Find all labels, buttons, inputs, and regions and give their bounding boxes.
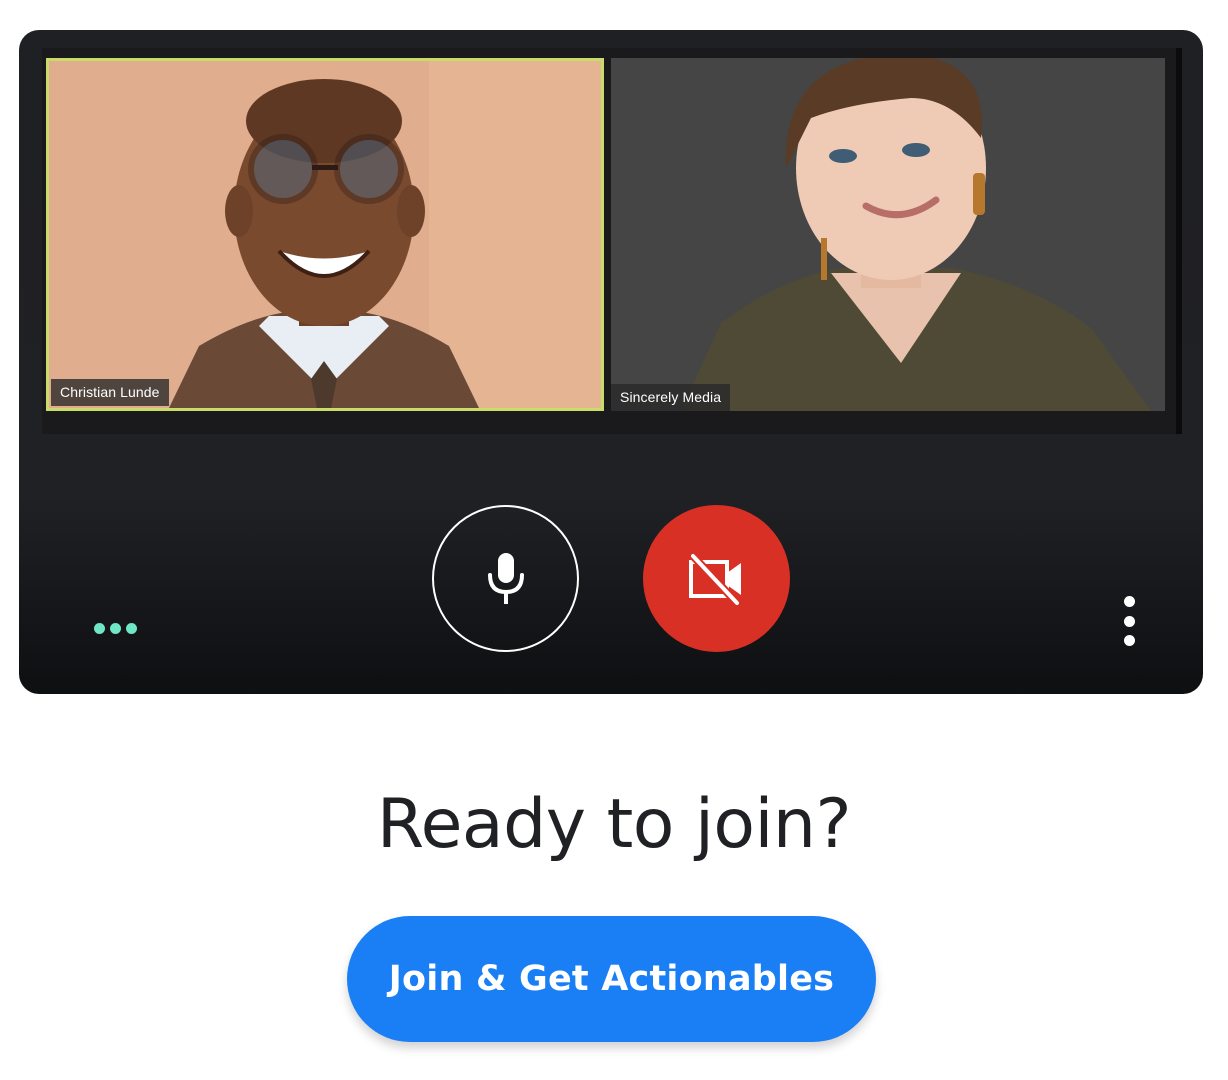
participant-video-photo — [49, 61, 601, 408]
more-options-button[interactable] — [1115, 596, 1143, 646]
camera-toggle-button[interactable] — [643, 505, 790, 652]
participant-name-label: Christian Lunde — [51, 379, 169, 406]
more-vert-icon — [1123, 596, 1135, 607]
participant-name-label: Sincerely Media — [611, 384, 731, 411]
participant-video-photo — [611, 58, 1165, 411]
ready-to-join-heading: Ready to join? — [376, 785, 852, 864]
video-off-icon — [688, 552, 741, 605]
microphone-toggle-button[interactable] — [432, 505, 579, 652]
grid-divider — [1176, 48, 1182, 434]
join-button[interactable]: Join & Get Actionables — [347, 916, 876, 1042]
typing-dots-icon — [94, 620, 140, 636]
microphone-icon — [487, 552, 524, 604]
participant-grid: Christian Lunde Sincerely Media — [42, 48, 1182, 434]
video-preview-panel: Christian Lunde Sincerely Media — [19, 30, 1203, 694]
participant-tile-sincerely-media[interactable]: Sincerely Media — [611, 58, 1165, 411]
participant-tile-christian-lunde[interactable]: Christian Lunde — [46, 58, 604, 411]
